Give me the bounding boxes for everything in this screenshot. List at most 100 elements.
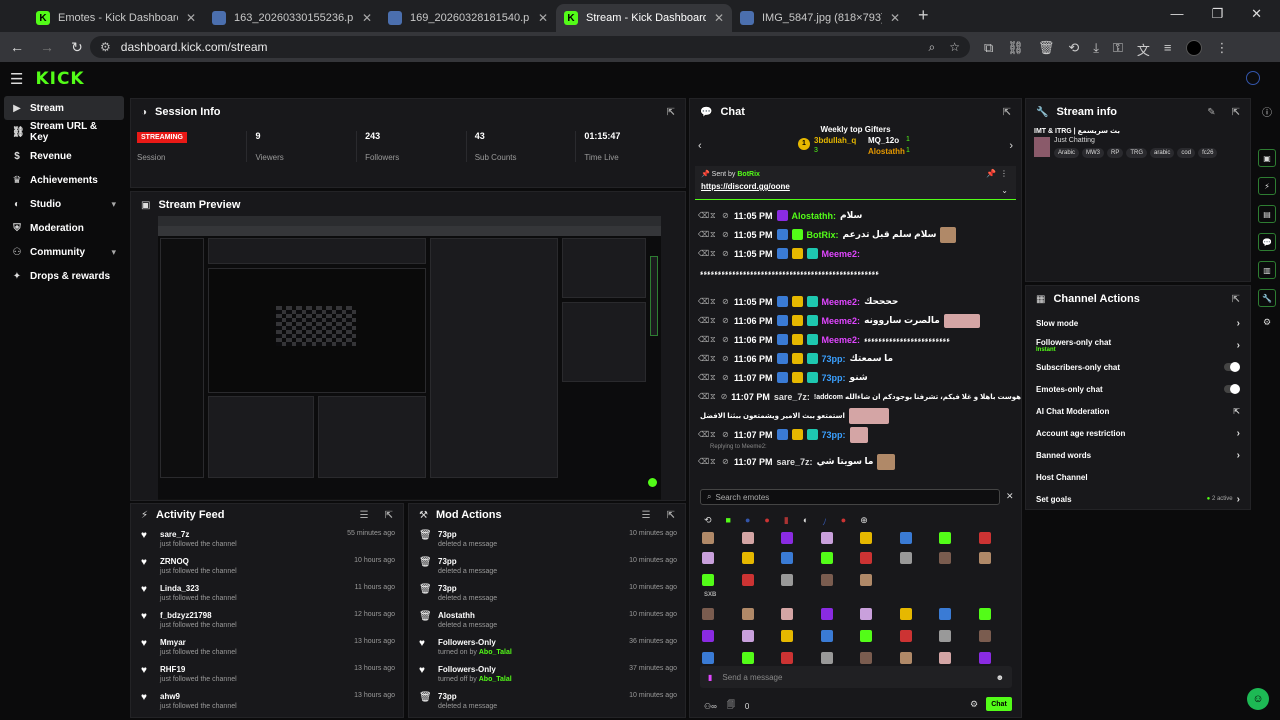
tag[interactable]: TRG: [1126, 148, 1148, 158]
translate-icon[interactable]: 文: [1137, 40, 1150, 59]
emote-thumbnail[interactable]: [781, 608, 793, 620]
emote-thumbnail[interactable]: [860, 608, 872, 620]
emote-thumbnail[interactable]: [978, 630, 991, 642]
tag[interactable]: Arabic: [1054, 148, 1080, 158]
sidebar-item-drops-rewards[interactable]: ✦ Drops & rewards: [4, 264, 124, 288]
emote-thumbnail[interactable]: [899, 652, 912, 664]
sidebar-item-studio[interactable]: ◐ Studio ▾: [4, 192, 124, 216]
history-icon[interactable]: ⟲: [1068, 40, 1079, 59]
popout-icon[interactable]: ⇱: [1003, 107, 1011, 118]
hamburger-menu-icon[interactable]: ☰: [10, 70, 23, 88]
emote-thumbnail[interactable]: [939, 608, 951, 620]
sidebar-item-achievements[interactable]: ♛ Achievements: [4, 168, 124, 192]
emote-thumbnail[interactable]: [702, 574, 714, 586]
followers-only-row[interactable]: Followers-only chat Instant ›: [1026, 334, 1250, 356]
channel-emotes-icon[interactable]: ●: [841, 515, 846, 528]
emote-thumbnail[interactable]: [899, 608, 912, 620]
channel-emotes-icon[interactable]: ﾉ: [822, 515, 827, 528]
settings-gear-icon[interactable]: ⚙: [970, 699, 978, 710]
sidebar-item-stream-url-key[interactable]: ⛓ Stream URL & Key: [4, 120, 124, 144]
key-icon[interactable]: ⚿: [1113, 40, 1123, 59]
browser-tab[interactable]: 163_20260330155236.png (500×... ✕: [204, 4, 380, 32]
host-channel-row[interactable]: Host Channel: [1026, 466, 1250, 488]
close-window-icon[interactable]: ✕: [1251, 6, 1262, 22]
emote-thumbnail[interactable]: [781, 574, 793, 586]
chat-message[interactable]: ⌫ ⧖ ⊘ 11:06 PM Meeme2: ءءءءءءءءءءءءءءءءءءءءءء…: [690, 330, 1021, 349]
emote-search-input[interactable]: ⌕ Search emotes: [700, 489, 1000, 505]
emote-thumbnail[interactable]: [860, 652, 872, 664]
tag[interactable]: RP: [1107, 148, 1124, 158]
emote-thumbnail[interactable]: [978, 532, 991, 544]
emote-thumbnail[interactable]: [781, 552, 793, 564]
tag[interactable]: cod: [1177, 148, 1196, 158]
chevron-right-icon[interactable]: ›: [1009, 140, 1013, 152]
profile-icon[interactable]: [1246, 71, 1260, 85]
emote-thumbnail[interactable]: [860, 552, 872, 564]
rail-preview-icon[interactable]: ▣: [1258, 149, 1276, 167]
link-icon[interactable]: ⛓: [1007, 40, 1024, 59]
emote-thumbnail[interactable]: [702, 630, 714, 642]
chat-message[interactable]: ⌫ ⧖ ⊘ 11:07 PM sare_7z: ما سويتا شي: [690, 452, 1021, 471]
close-tab-icon[interactable]: ✕: [714, 11, 724, 25]
tag[interactable]: MW3: [1082, 148, 1105, 158]
category-thumbnail[interactable]: [1034, 137, 1050, 157]
sidebar-item-community[interactable]: ⚇ Community ▾: [4, 240, 124, 264]
emote-thumbnail[interactable]: [702, 552, 714, 564]
site-info-icon[interactable]: ⚙: [100, 40, 111, 54]
url-field[interactable]: ⚙ dashboard.kick.com/stream ⌕ ☆: [90, 36, 970, 58]
emoji-icon[interactable]: ☻: [996, 673, 1004, 682]
emote-thumbnail[interactable]: [741, 652, 754, 664]
emotes-only-row[interactable]: Emotes-only chat: [1026, 378, 1250, 400]
bookmark-star-icon[interactable]: ☆: [949, 40, 960, 55]
extension-icon[interactable]: ⧉: [984, 40, 993, 59]
ai-moderation-row[interactable]: AI Chat Moderation ⇱: [1026, 400, 1250, 422]
close-tab-icon[interactable]: ✕: [538, 11, 548, 25]
emotes-only-toggle[interactable]: [1224, 384, 1240, 394]
emote-thumbnail[interactable]: [820, 608, 833, 620]
download-icon[interactable]: ⤓: [1093, 40, 1099, 59]
browser-tab-active[interactable]: K Stream - Kick Dashboard ✕: [556, 4, 732, 32]
trash-icon[interactable]: 🗑: [1038, 40, 1055, 59]
emote-thumbnail[interactable]: [978, 652, 991, 664]
close-icon[interactable]: ✕: [1006, 491, 1014, 502]
help-chat-bubble-icon[interactable]: ☺: [1247, 688, 1269, 710]
emote-thumbnail[interactable]: [860, 574, 872, 586]
emote-thumbnail[interactable]: [820, 652, 833, 664]
chat-message[interactable]: ⌫ ⧖ ⊘ 11:07 PM 73pp:: [690, 425, 1021, 444]
profile-avatar[interactable]: [1185, 40, 1202, 56]
chat-message[interactable]: ⌫ ⧖ ⊘ 11:06 PM Meeme2: مالصرت ساروونه: [690, 311, 1021, 330]
emote-thumbnail[interactable]: [741, 552, 754, 564]
rail-bolt-icon[interactable]: ⚡: [1258, 177, 1276, 195]
back-icon[interactable]: ←: [10, 39, 24, 55]
rail-wrench-icon[interactable]: 🔧: [1258, 289, 1276, 307]
recent-emotes-icon[interactable]: ⟲: [704, 515, 712, 528]
rail-chat-icon[interactable]: 💬: [1258, 233, 1276, 251]
tag[interactable]: arabic: [1150, 148, 1175, 158]
emote-thumbnail[interactable]: [899, 552, 912, 564]
more-dots-icon[interactable]: ⋮: [1000, 169, 1008, 178]
chevron-left-icon[interactable]: ‹: [698, 140, 702, 152]
chevron-down-icon[interactable]: ⌄: [1001, 186, 1008, 195]
zoom-icon[interactable]: ⌕: [929, 40, 936, 55]
close-tab-icon[interactable]: ✕: [186, 11, 196, 25]
filter-icon[interactable]: ☰: [642, 510, 651, 521]
channel-emotes-icon[interactable]: ◐: [803, 515, 808, 528]
gifter-name[interactable]: 3bdullah_q: [814, 136, 856, 145]
emote-thumbnail[interactable]: [741, 608, 754, 620]
rail-lock-icon[interactable]: ▥: [1258, 261, 1276, 279]
chat-message[interactable]: ⌫ ⧖ ⊘ 11:06 PM 73pp: ما سمعتك: [690, 349, 1021, 368]
info-icon[interactable]: ⓘ: [1254, 104, 1280, 119]
pinned-link[interactable]: https://discord.gg/oone: [701, 182, 1010, 191]
emote-thumbnail[interactable]: [939, 652, 951, 664]
infinity-icon[interactable]: ⚇∞: [704, 702, 717, 711]
chat-message[interactable]: ⌫ ⧖ ⊘ 11:07 PM 73pp: شنو: [690, 368, 1021, 387]
emote-thumbnail[interactable]: [702, 608, 714, 620]
emote-thumbnail[interactable]: [820, 574, 833, 586]
stream-preview-video[interactable]: [158, 216, 661, 500]
banned-words-row[interactable]: Banned words ›: [1026, 444, 1250, 466]
browser-tab[interactable]: K Emotes - Kick Dashboard ✕: [28, 4, 204, 32]
emote-thumbnail[interactable]: [939, 630, 951, 642]
forward-icon[interactable]: →: [40, 39, 54, 55]
emote-thumbnail[interactable]: [939, 532, 951, 544]
menu-dots-icon[interactable]: ⋮: [1216, 40, 1229, 59]
